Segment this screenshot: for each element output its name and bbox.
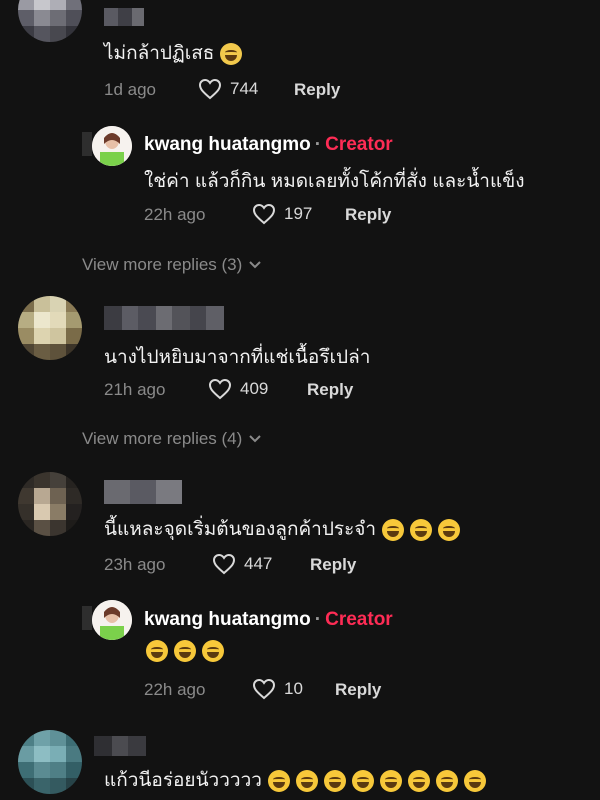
reply-button[interactable]: Reply (307, 380, 353, 400)
emoji-icon (463, 769, 486, 792)
comment-text: นางไปหยิบมาจากที่แช่เนื้อรึเปล่า (104, 347, 371, 368)
emoji-icon (410, 518, 433, 541)
emoji-icon (435, 769, 458, 792)
heart-icon (198, 78, 222, 100)
emoji-icon (146, 640, 168, 662)
timestamp: 22h ago (144, 205, 206, 224)
timestamp: 23h ago (104, 555, 166, 574)
avatar[interactable] (18, 472, 82, 536)
timestamp: 1d ago (104, 80, 156, 99)
like-button[interactable]: 447 (212, 553, 272, 575)
emoji-icon (407, 769, 430, 792)
comment-text: แก้วนีอร่อยนัววววว (104, 765, 486, 795)
chevron-down-icon (249, 435, 262, 443)
username-blurred[interactable] (94, 736, 146, 756)
timestamp: 21h ago (104, 380, 166, 399)
creator-badge: Creator (325, 134, 393, 155)
reply-indicator (82, 132, 92, 156)
emoji-icon (379, 769, 402, 792)
like-button[interactable]: 197 (252, 203, 312, 225)
creator-name-row: kwang huatangmo · Creator (144, 609, 393, 630)
comment-text: ไม่กล้าปฏิเสธ (104, 38, 243, 68)
timestamp: 22h ago (144, 680, 206, 699)
comment-text: นี้แหละจุดเริ่มต้นของลูกค้าประจำ (104, 514, 461, 544)
creator-name-row: kwang huatangmo · Creator (144, 134, 393, 155)
avatar[interactable] (18, 296, 82, 360)
like-count: 447 (244, 554, 273, 573)
creator-name[interactable]: kwang huatangmo (144, 609, 311, 630)
heart-icon (252, 203, 276, 225)
like-count: 744 (230, 79, 259, 98)
reply-button[interactable]: Reply (294, 80, 340, 100)
emoji-icon (202, 640, 224, 662)
emoji-icon (438, 518, 461, 541)
emoji-icon (323, 769, 346, 792)
like-button[interactable]: 744 (198, 78, 258, 100)
reply-button[interactable]: Reply (310, 555, 356, 575)
username-blurred[interactable] (104, 306, 224, 330)
username-blurred[interactable] (104, 480, 182, 504)
like-count: 197 (284, 204, 313, 223)
like-button[interactable]: 409 (208, 378, 268, 400)
reply-button[interactable]: Reply (345, 205, 391, 225)
creator-avatar[interactable] (92, 600, 132, 640)
emoji-icon (382, 518, 405, 541)
emoji-icon (174, 640, 196, 662)
heart-icon (208, 378, 232, 400)
emoji-icon (220, 42, 243, 65)
username-blurred[interactable] (104, 8, 144, 26)
heart-icon (212, 553, 236, 575)
reply-text (140, 640, 224, 662)
emoji-icon (295, 769, 318, 792)
avatar[interactable] (18, 0, 82, 42)
view-more-replies[interactable]: View more replies (3) (82, 255, 262, 275)
emoji-icon (351, 769, 374, 792)
like-count: 10 (284, 679, 303, 698)
like-count: 409 (240, 379, 269, 398)
creator-avatar[interactable] (92, 126, 132, 166)
reply-indicator (82, 606, 92, 630)
view-more-replies[interactable]: View more replies (4) (82, 429, 262, 449)
reply-text: ใช่ค่า แล้วก็กิน หมดเลยทั้งโค้กที่สั่ง แ… (144, 171, 525, 192)
reply-button[interactable]: Reply (335, 680, 381, 700)
avatar[interactable] (18, 730, 82, 794)
heart-icon (252, 678, 276, 700)
like-button[interactable]: 10 (252, 678, 303, 700)
creator-name[interactable]: kwang huatangmo (144, 134, 311, 155)
creator-badge: Creator (325, 609, 393, 630)
chevron-down-icon (249, 261, 262, 269)
emoji-icon (267, 769, 290, 792)
